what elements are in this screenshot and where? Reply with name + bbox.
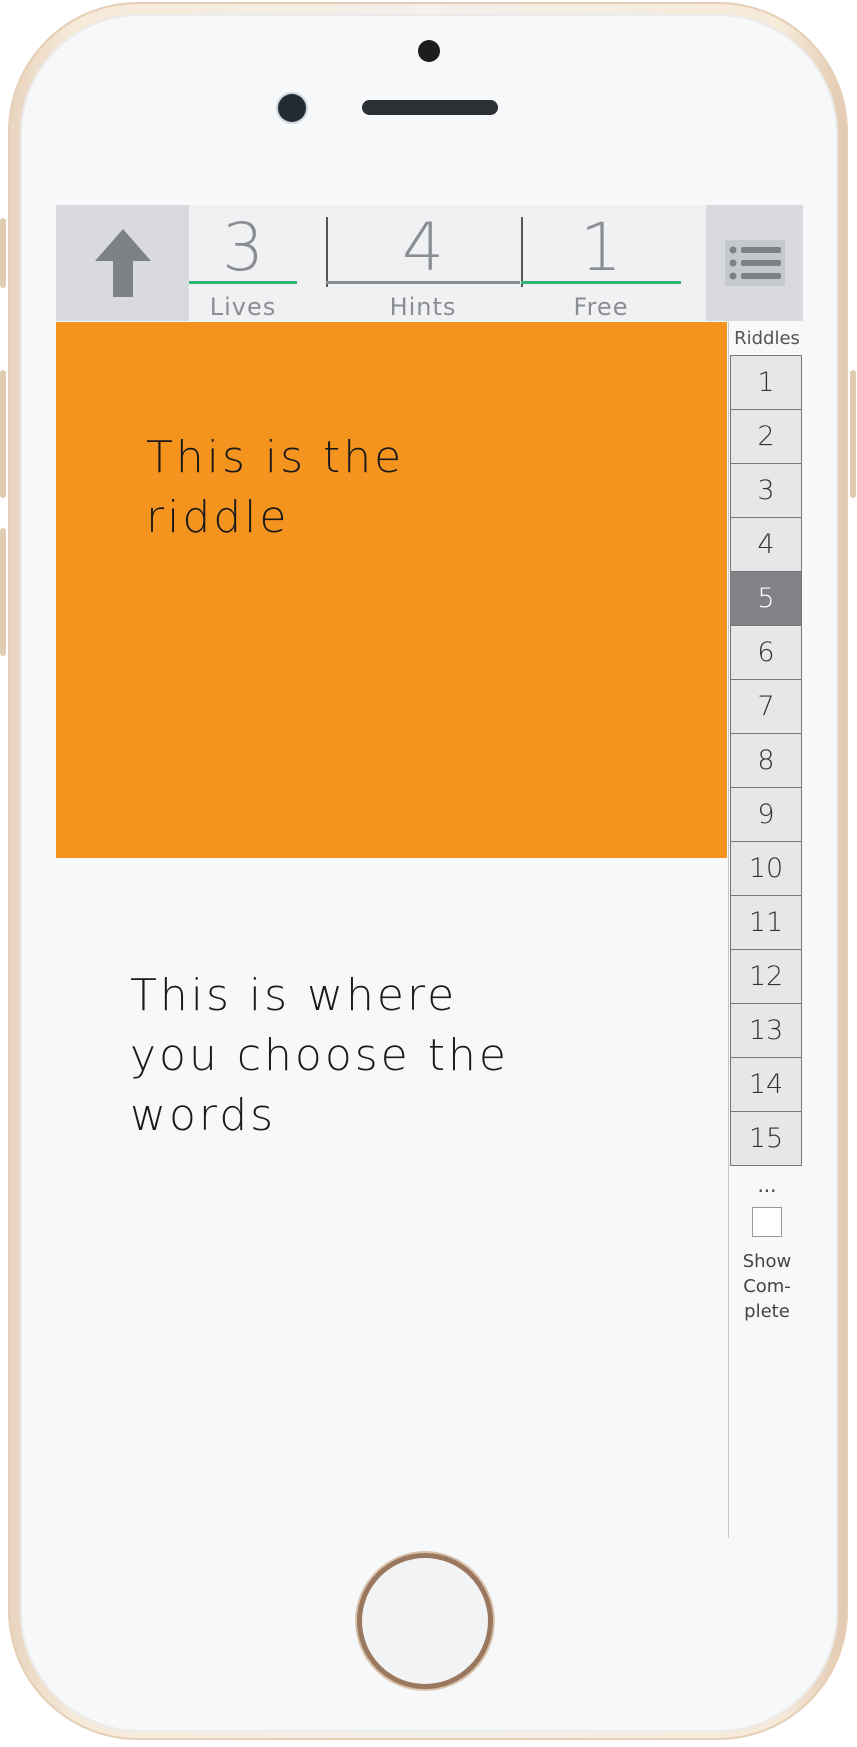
riddle-item-15[interactable]: 15 [730,1111,802,1166]
riddle-item-4[interactable]: 4 [730,517,802,572]
free-label: Free [573,293,629,321]
riddle-item-10[interactable]: 10 [730,841,802,896]
menu-area [706,205,803,321]
riddle-panel: This is the riddle [56,322,727,858]
riddle-list: 1 2 3 4 5 6 7 8 9 10 11 12 13 14 15 [729,355,805,1166]
lives-underline [189,281,297,284]
up-button[interactable] [56,205,189,321]
riddle-item-3[interactable]: 3 [730,463,802,518]
home-button[interactable] [362,1558,488,1684]
menu-button[interactable] [724,240,785,286]
arrow-up-icon [94,229,151,297]
riddle-item-7[interactable]: 7 [730,679,802,734]
lives-label: Lives [209,293,277,321]
volume-up-button [0,370,6,498]
free-stat[interactable]: 1 Free [521,205,681,321]
riddle-item-5[interactable]: 5 [730,571,802,626]
lives-value: 3 [222,209,264,286]
volume-down-button [0,528,6,656]
riddle-item-6[interactable]: 6 [730,625,802,680]
hints-stat[interactable]: 4 Hints [326,205,520,321]
power-button [850,370,856,498]
top-bar: 3 Lives 4 Hints 1 Free [56,205,803,321]
show-complete-label: Show Com-plete [742,1251,792,1322]
front-camera [278,94,306,122]
list-menu-icon [729,246,781,280]
hints-value: 4 [402,209,444,286]
riddles-sidebar: Riddles 1 2 3 4 5 6 7 8 9 10 11 12 13 14 15 ... Show Co… [728,322,805,1538]
free-value: 1 [580,209,622,286]
show-complete-checkbox[interactable] [752,1207,782,1237]
hints-divider-left [326,217,328,287]
proximity-sensor [418,40,440,62]
riddle-item-8[interactable]: 8 [730,733,802,788]
riddle-item-11[interactable]: 11 [730,895,802,950]
riddle-item-14[interactable]: 14 [730,1057,802,1112]
riddle-text: This is the riddle [146,432,405,543]
riddle-item-12[interactable]: 12 [730,949,802,1004]
riddle-item-9[interactable]: 9 [730,787,802,842]
lives-stat: 3 Lives [189,205,297,321]
hints-label: Hints [389,293,457,321]
riddles-title: Riddles [734,328,800,349]
free-divider-left [521,217,523,287]
riddle-item-2[interactable]: 2 [730,409,802,464]
word-choice-area[interactable]: This is where you choose the words [130,966,550,1146]
more-riddles-ellipsis: ... [757,1173,777,1197]
riddle-item-13[interactable]: 13 [730,1003,802,1058]
earpiece-speaker [362,100,498,115]
hints-underline [326,281,520,284]
free-underline [521,281,681,284]
mute-switch [0,218,6,288]
riddle-item-1[interactable]: 1 [730,355,802,410]
